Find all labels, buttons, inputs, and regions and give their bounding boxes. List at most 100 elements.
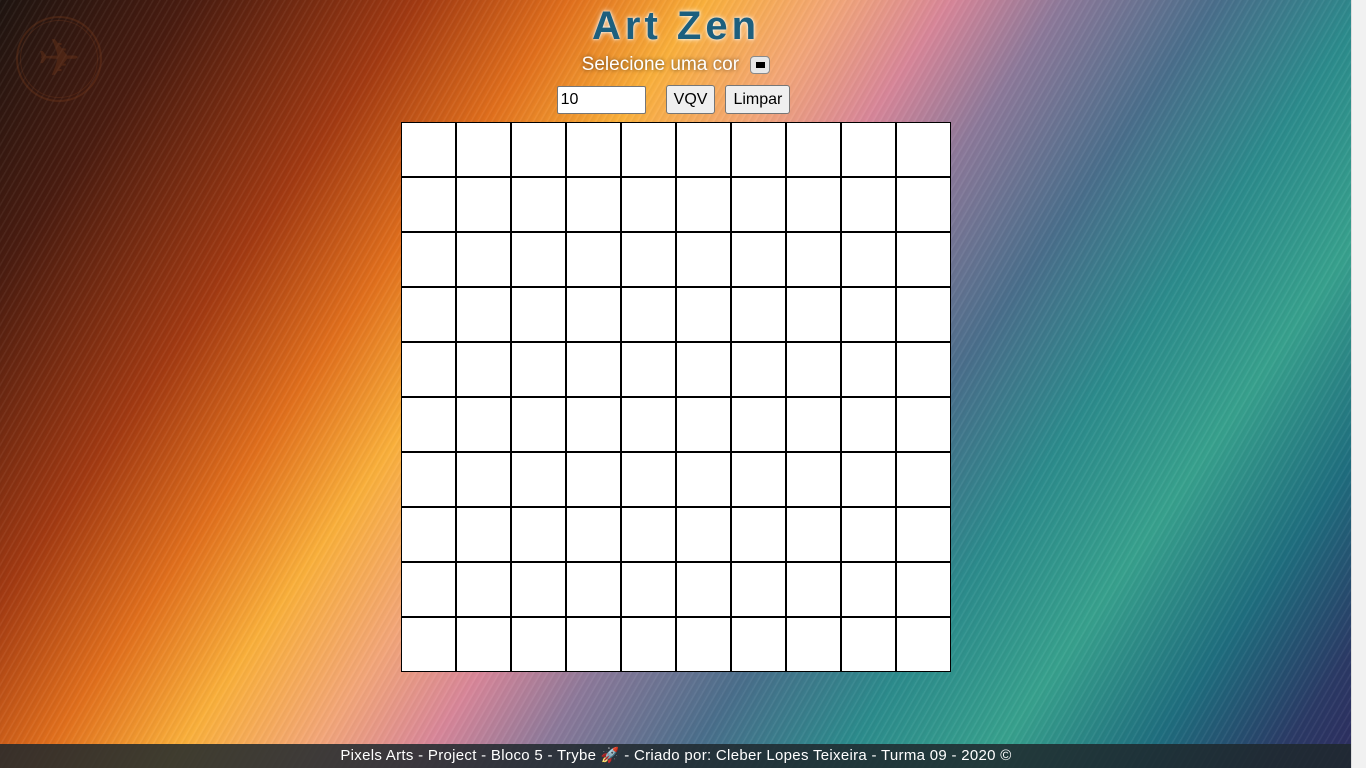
pixel-cell[interactable] xyxy=(401,397,456,452)
pixel-cell[interactable] xyxy=(511,177,566,232)
pixel-cell[interactable] xyxy=(511,507,566,562)
pixel-cell[interactable] xyxy=(456,617,511,672)
pixel-cell[interactable] xyxy=(621,397,676,452)
pixel-cell[interactable] xyxy=(786,452,841,507)
pixel-cell[interactable] xyxy=(511,232,566,287)
pixel-cell[interactable] xyxy=(566,122,621,177)
pixel-cell[interactable] xyxy=(676,507,731,562)
pixel-cell[interactable] xyxy=(566,562,621,617)
pixel-cell[interactable] xyxy=(896,507,951,562)
pixel-cell[interactable] xyxy=(841,397,896,452)
pixel-cell[interactable] xyxy=(731,177,786,232)
pixel-cell[interactable] xyxy=(621,452,676,507)
pixel-cell[interactable] xyxy=(621,617,676,672)
pixel-cell[interactable] xyxy=(786,507,841,562)
pixel-cell[interactable] xyxy=(841,342,896,397)
pixel-cell[interactable] xyxy=(401,452,456,507)
pixel-cell[interactable] xyxy=(456,397,511,452)
pixel-cell[interactable] xyxy=(401,562,456,617)
pixel-cell[interactable] xyxy=(841,287,896,342)
pixel-cell[interactable] xyxy=(676,122,731,177)
board-size-input[interactable] xyxy=(556,85,646,114)
pixel-cell[interactable] xyxy=(401,287,456,342)
pixel-cell[interactable] xyxy=(621,287,676,342)
pixel-cell[interactable] xyxy=(786,397,841,452)
pixel-cell[interactable] xyxy=(566,507,621,562)
pixel-cell[interactable] xyxy=(566,452,621,507)
pixel-cell[interactable] xyxy=(896,452,951,507)
pixel-cell[interactable] xyxy=(621,122,676,177)
pixel-cell[interactable] xyxy=(676,562,731,617)
pixel-cell[interactable] xyxy=(731,507,786,562)
pixel-cell[interactable] xyxy=(401,232,456,287)
pixel-cell[interactable] xyxy=(841,232,896,287)
pixel-cell[interactable] xyxy=(456,232,511,287)
pixel-cell[interactable] xyxy=(731,562,786,617)
pixel-cell[interactable] xyxy=(731,617,786,672)
pixel-cell[interactable] xyxy=(511,452,566,507)
pixel-cell[interactable] xyxy=(621,177,676,232)
pixel-cell[interactable] xyxy=(566,232,621,287)
pixel-cell[interactable] xyxy=(456,562,511,617)
vertical-scrollbar[interactable] xyxy=(1351,0,1366,768)
pixel-cell[interactable] xyxy=(896,232,951,287)
pixel-cell[interactable] xyxy=(676,617,731,672)
pixel-cell[interactable] xyxy=(896,287,951,342)
pixel-cell[interactable] xyxy=(896,562,951,617)
pixel-cell[interactable] xyxy=(511,397,566,452)
pixel-cell[interactable] xyxy=(401,507,456,562)
pixel-cell[interactable] xyxy=(896,397,951,452)
pixel-cell[interactable] xyxy=(511,617,566,672)
pixel-cell[interactable] xyxy=(731,287,786,342)
color-picker-input[interactable] xyxy=(750,56,771,74)
pixel-cell[interactable] xyxy=(731,397,786,452)
pixel-cell[interactable] xyxy=(841,562,896,617)
pixel-cell[interactable] xyxy=(511,122,566,177)
pixel-cell[interactable] xyxy=(401,342,456,397)
pixel-cell[interactable] xyxy=(621,342,676,397)
pixel-cell[interactable] xyxy=(786,287,841,342)
pixel-cell[interactable] xyxy=(676,397,731,452)
pixel-cell[interactable] xyxy=(731,122,786,177)
pixel-cell[interactable] xyxy=(621,507,676,562)
pixel-cell[interactable] xyxy=(841,507,896,562)
pixel-cell[interactable] xyxy=(731,232,786,287)
pixel-cell[interactable] xyxy=(676,287,731,342)
pixel-cell[interactable] xyxy=(566,617,621,672)
pixel-cell[interactable] xyxy=(841,122,896,177)
pixel-cell[interactable] xyxy=(511,287,566,342)
pixel-cell[interactable] xyxy=(786,122,841,177)
pixel-cell[interactable] xyxy=(456,342,511,397)
pixel-cell[interactable] xyxy=(401,122,456,177)
pixel-cell[interactable] xyxy=(621,562,676,617)
clear-board-button[interactable]: Limpar xyxy=(725,85,791,114)
pixel-cell[interactable] xyxy=(621,232,676,287)
generate-board-button[interactable]: VQV xyxy=(665,85,716,114)
pixel-cell[interactable] xyxy=(566,177,621,232)
pixel-cell[interactable] xyxy=(786,342,841,397)
pixel-cell[interactable] xyxy=(786,177,841,232)
pixel-cell[interactable] xyxy=(841,177,896,232)
pixel-cell[interactable] xyxy=(511,562,566,617)
pixel-cell[interactable] xyxy=(401,617,456,672)
pixel-cell[interactable] xyxy=(731,342,786,397)
pixel-cell[interactable] xyxy=(676,232,731,287)
pixel-cell[interactable] xyxy=(896,617,951,672)
pixel-cell[interactable] xyxy=(896,342,951,397)
pixel-cell[interactable] xyxy=(896,177,951,232)
pixel-cell[interactable] xyxy=(401,177,456,232)
pixel-cell[interactable] xyxy=(456,507,511,562)
pixel-cell[interactable] xyxy=(841,617,896,672)
pixel-cell[interactable] xyxy=(566,342,621,397)
pixel-cell[interactable] xyxy=(841,452,896,507)
pixel-cell[interactable] xyxy=(511,342,566,397)
pixel-cell[interactable] xyxy=(731,452,786,507)
pixel-cell[interactable] xyxy=(566,287,621,342)
pixel-cell[interactable] xyxy=(676,177,731,232)
pixel-cell[interactable] xyxy=(786,617,841,672)
pixel-cell[interactable] xyxy=(456,177,511,232)
pixel-cell[interactable] xyxy=(896,122,951,177)
pixel-cell[interactable] xyxy=(456,452,511,507)
pixel-cell[interactable] xyxy=(456,122,511,177)
pixel-cell[interactable] xyxy=(786,562,841,617)
